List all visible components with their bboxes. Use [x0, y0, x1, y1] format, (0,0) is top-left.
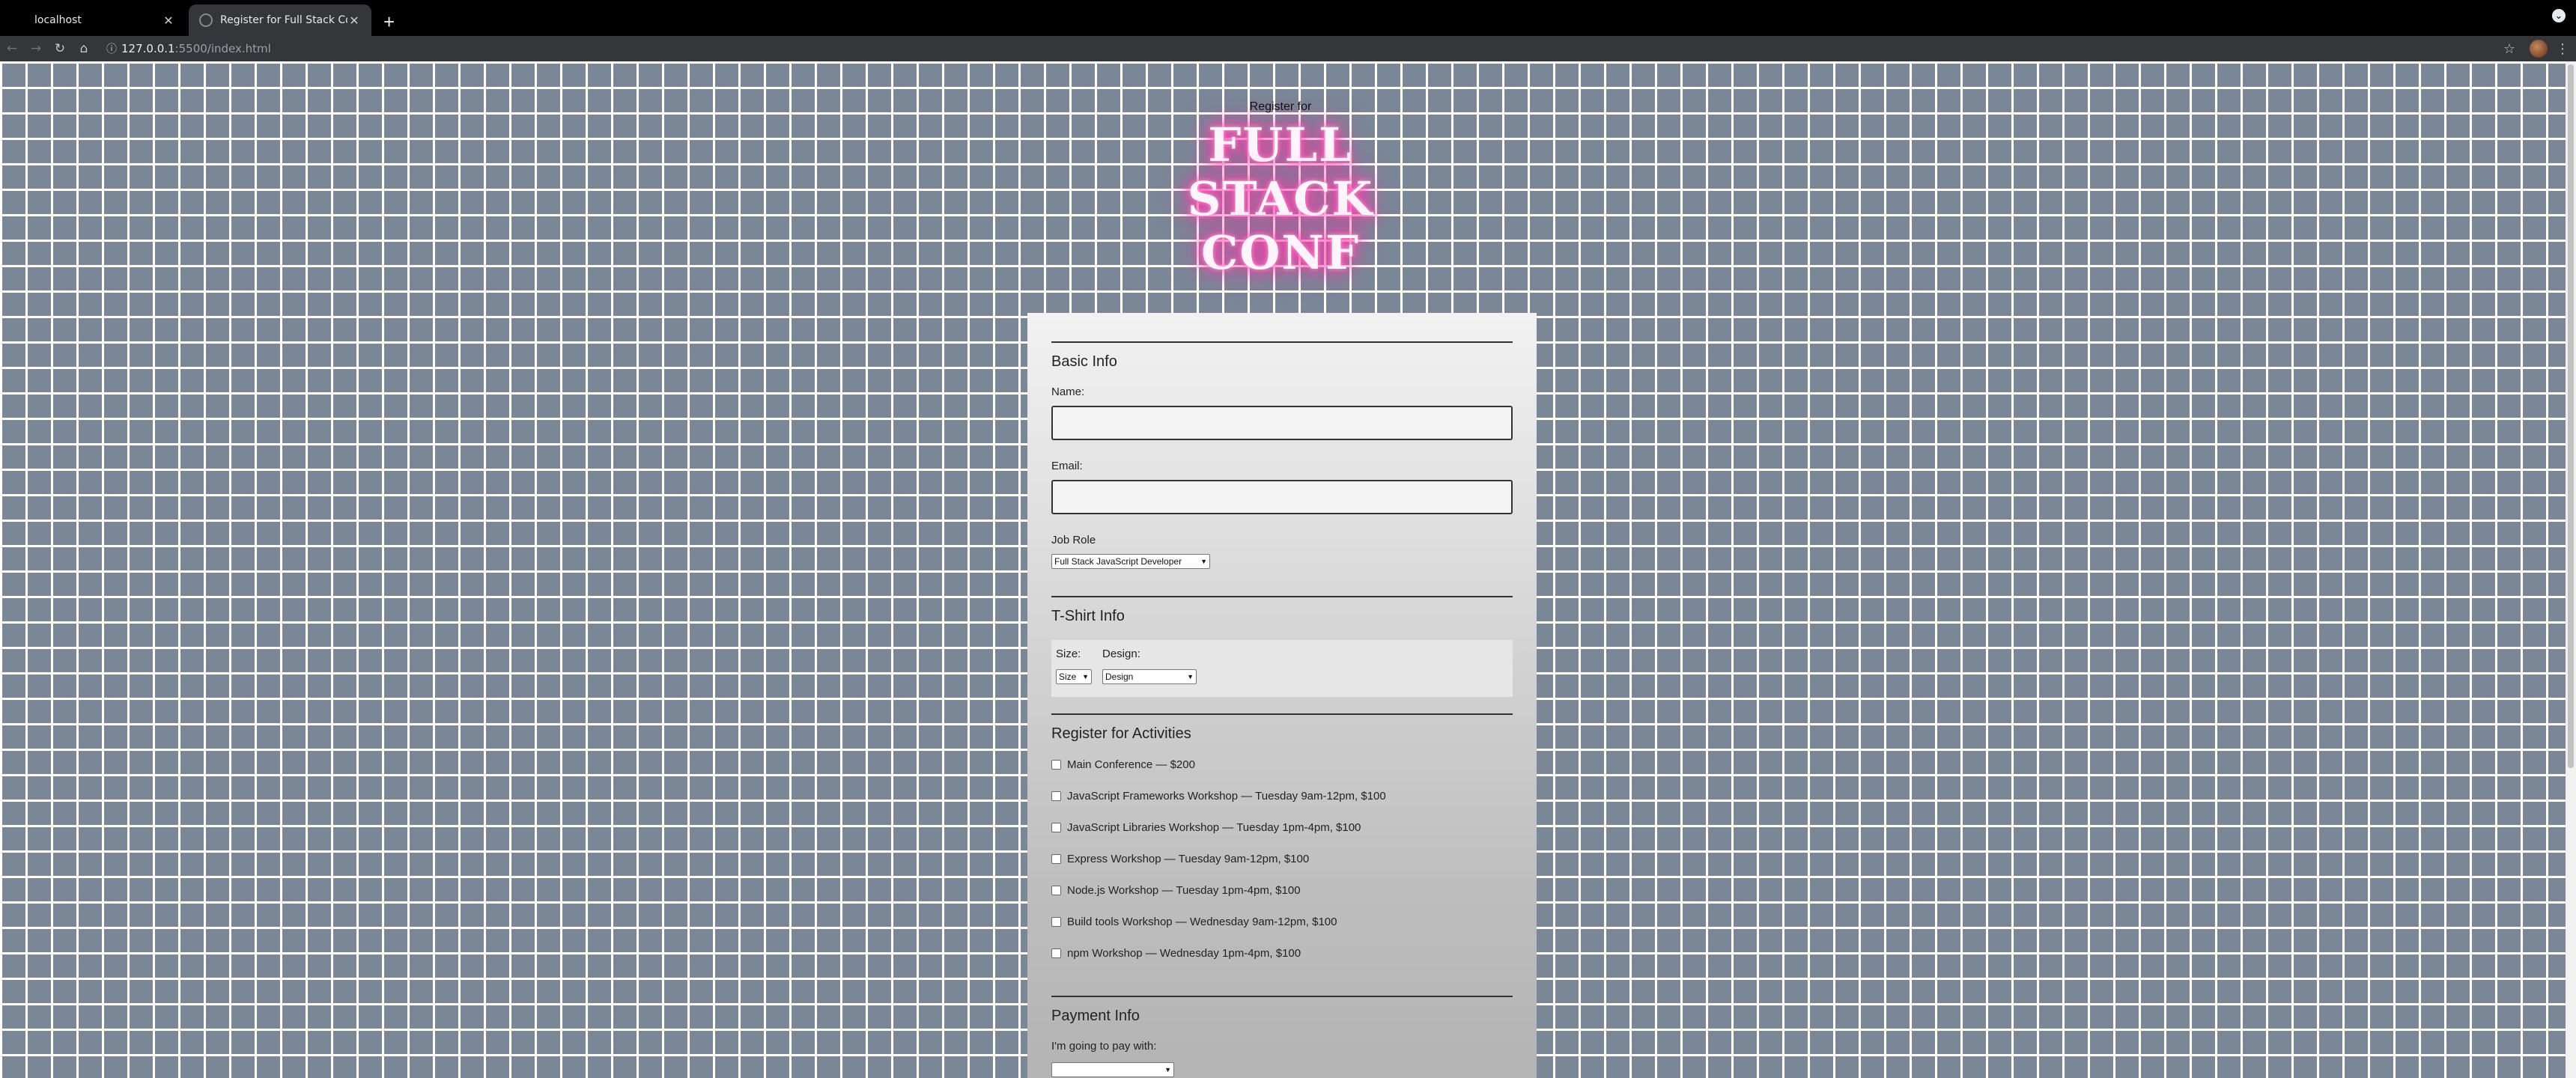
tshirt-info-legend: T-Shirt Info [1051, 608, 1125, 624]
new-tab-button[interactable]: + [383, 12, 395, 31]
payment-info-fieldset: Payment Info I'm going to pay with: ▼ [1051, 996, 1513, 1077]
activity-label: JavaScript Frameworks Workshop — Tuesday… [1067, 789, 1386, 803]
registration-form: Basic Info Name: Email: Job Role Full St… [1027, 313, 1537, 1078]
back-icon[interactable]: ← [0, 41, 24, 56]
tshirt-options: Size: Size ▼ Design: Design ▼ [1051, 640, 1513, 697]
chevron-down-icon: ▼ [1187, 673, 1194, 680]
activity-label: Main Conference — $200 [1067, 758, 1195, 771]
browser-menu-icon[interactable]: ⋮ [2555, 41, 2570, 57]
design-selected: Design [1105, 672, 1134, 682]
activity-checkbox[interactable] [1051, 791, 1061, 801]
close-icon[interactable]: ✕ [162, 13, 175, 28]
activity-label: npm Workshop — Wednesday 1pm-4pm, $100 [1067, 946, 1301, 960]
basic-info-legend: Basic Info [1051, 353, 1117, 370]
activity-item[interactable]: JavaScript Frameworks Workshop — Tuesday… [1051, 780, 1513, 811]
close-icon[interactable]: ✕ [347, 13, 361, 28]
job-role-label: Job Role [1051, 534, 1096, 546]
loading-icon [199, 13, 213, 27]
tab-title: Register for Full Stack Conf [220, 14, 347, 26]
design-group: Design: Design ▼ [1102, 648, 1197, 689]
activity-item[interactable]: JavaScript Libraries Workshop — Tuesday … [1051, 811, 1513, 843]
url-path: :5500/index.html [174, 42, 271, 55]
activity-label: JavaScript Libraries Workshop — Tuesday … [1067, 820, 1361, 834]
payment-info-legend: Payment Info [1051, 1008, 1140, 1024]
site-info-icon[interactable]: ⓘ [102, 41, 121, 56]
activity-checkbox[interactable] [1051, 822, 1061, 832]
activity-label: Node.js Workshop — Tuesday 1pm-4pm, $100 [1067, 883, 1301, 897]
conference-logo: FULL STACK CONF [1153, 118, 1408, 280]
design-label: Design: [1102, 648, 1140, 660]
tab-register[interactable]: Register for Full Stack Conf ✕ [189, 4, 371, 36]
name-input[interactable] [1051, 406, 1513, 440]
activity-checkbox[interactable] [1051, 759, 1061, 770]
tab-localhost[interactable]: localhost ✕ [3, 4, 186, 36]
email-label: Email: [1051, 460, 1083, 472]
activity-item[interactable]: Node.js Workshop — Tuesday 1pm-4pm, $100 [1051, 874, 1513, 906]
forward-icon[interactable]: → [24, 41, 48, 56]
activity-item[interactable]: Express Workshop — Tuesday 9am-12pm, $10… [1051, 843, 1513, 874]
browser-toolbar: ← → ↻ ⌂ ⓘ 127.0.0.1:5500/index.html ☆ ⋮ [0, 36, 2576, 61]
page-icon [13, 13, 27, 27]
tab-strip: localhost ✕ Register for Full Stack Conf… [0, 0, 2576, 36]
logo-line: FULL [1208, 118, 1353, 172]
chevron-down-icon: ▼ [1082, 673, 1089, 680]
chevron-down-icon: ▼ [1164, 1066, 1171, 1074]
activity-checkbox[interactable] [1051, 885, 1061, 895]
activity-checkbox[interactable] [1051, 948, 1061, 958]
activity-item[interactable]: Build tools Workshop — Wednesday 9am-12p… [1051, 906, 1513, 937]
size-selected: Size [1059, 672, 1077, 682]
register-for-text: Register for [1249, 100, 1312, 113]
activity-checkbox[interactable] [1051, 916, 1061, 927]
tshirt-info-fieldset: T-Shirt Info Size: Size ▼ Design: Design… [1051, 596, 1513, 697]
activity-item[interactable]: Main Conference — $200 [1051, 749, 1513, 780]
payment-method-select[interactable]: ▼ [1051, 1062, 1174, 1077]
reload-icon[interactable]: ↻ [48, 41, 72, 56]
size-select[interactable]: Size ▼ [1056, 669, 1092, 684]
activity-item[interactable]: npm Workshop — Wednesday 1pm-4pm, $100 [1051, 937, 1513, 969]
job-role-selected: Full Stack JavaScript Developer [1054, 556, 1182, 567]
home-icon[interactable]: ⌂ [72, 41, 96, 56]
design-select[interactable]: Design ▼ [1102, 669, 1197, 684]
activities-legend: Register for Activities [1051, 725, 1191, 742]
size-group: Size: Size ▼ [1056, 648, 1092, 689]
address-bar[interactable]: ⓘ 127.0.0.1:5500/index.html [102, 38, 2497, 59]
activities-fieldset: Register for Activities Main Conference … [1051, 713, 1513, 969]
page-scrollbar[interactable] [2566, 61, 2576, 1078]
chevron-down-icon: ▼ [1200, 558, 1207, 565]
profile-avatar[interactable] [2530, 40, 2548, 58]
name-label: Name: [1051, 386, 1085, 398]
size-label: Size: [1056, 648, 1081, 660]
tab-search-icon[interactable]: ⌄ [2552, 9, 2566, 22]
page-header: Register for FULL STACK CONF [1153, 100, 1408, 280]
url-host: 127.0.0.1 [121, 42, 175, 55]
activity-checkbox[interactable] [1051, 853, 1061, 864]
logo-line: STACK [1187, 171, 1374, 226]
logo-line: CONF [1200, 225, 1361, 280]
basic-info-fieldset: Basic Info Name: Email: Job Role Full St… [1051, 341, 1513, 596]
scrollbar-thumb[interactable] [2568, 64, 2574, 768]
bookmark-star-icon[interactable]: ☆ [2497, 41, 2522, 57]
page-viewport: Register for FULL STACK CONF Basic Info … [0, 61, 2566, 1078]
email-input[interactable] [1051, 480, 1513, 514]
tab-title: localhost [34, 14, 82, 26]
activity-label: Express Workshop — Tuesday 9am-12pm, $10… [1067, 852, 1310, 865]
activity-label: Build tools Workshop — Wednesday 9am-12p… [1067, 915, 1337, 928]
job-role-select[interactable]: Full Stack JavaScript Developer ▼ [1051, 554, 1210, 569]
payment-method-label: I'm going to pay with: [1051, 1040, 1157, 1053]
